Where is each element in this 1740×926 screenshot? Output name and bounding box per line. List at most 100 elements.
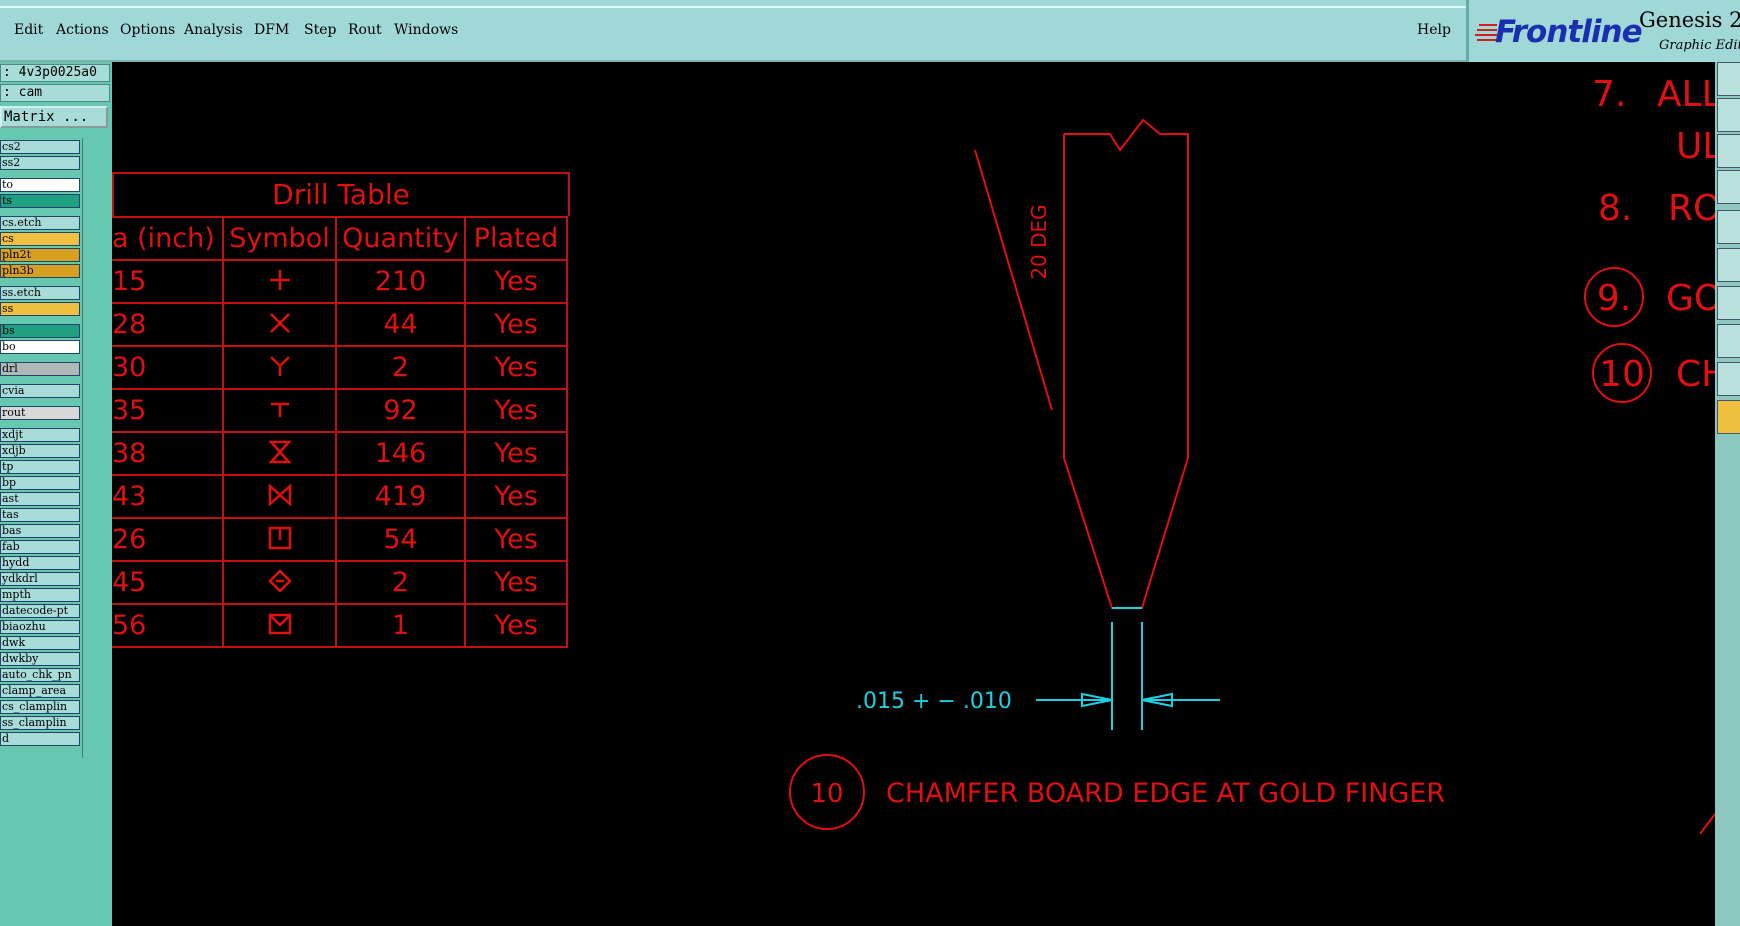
note-text: CHAMFER BOARD EDGE AT GOLD FINGER — [886, 778, 1445, 809]
toolbar-button[interactable] — [1717, 62, 1740, 96]
menu-windows[interactable]: Windows — [394, 22, 458, 38]
drill-quantity: 2 — [335, 345, 466, 390]
drill-symbol — [222, 560, 337, 605]
drill-plated: Yes — [464, 302, 568, 347]
drill-quantity: 146 — [335, 431, 466, 476]
drill-symbol — [222, 431, 337, 476]
stray-line — [1699, 813, 1716, 835]
toolbar-button[interactable] — [1717, 400, 1740, 434]
header-diameter: a (inch) — [112, 216, 224, 261]
drill-symbol-x-icon — [269, 312, 290, 333]
drill-plated: Yes — [464, 259, 568, 304]
dimension-lines — [1036, 622, 1220, 730]
toolbar-button[interactable] — [1717, 286, 1740, 320]
drill-plated: Yes — [464, 388, 568, 433]
drill-table-row: 15 210 Yes — [112, 259, 568, 304]
menu-help[interactable]: Help — [1417, 22, 1451, 38]
toolbar-button[interactable] — [1717, 134, 1740, 168]
frontline-logo: Frontline Genesis 20 Graphic Edito — [1466, 0, 1740, 62]
logo-brand: Frontline — [1495, 14, 1643, 50]
right-note-10-num: 10 — [1599, 354, 1645, 395]
right-note-9-num: 9. — [1597, 278, 1631, 319]
drill-table-row: 45 2 Yes — [112, 560, 568, 605]
drill-symbol-t-icon — [270, 402, 289, 417]
drill-table-body: 15 210 Yes 28 44 Yes 30 2 Yes 35 92 Yes 38 146 Yes 43 41… — [112, 259, 568, 648]
drill-quantity: 1 — [335, 603, 466, 648]
drill-diameter: 38 — [112, 431, 224, 476]
menu-analysis[interactable]: Analysis — [184, 22, 243, 38]
drill-diameter: 43 — [112, 474, 224, 519]
toolbar-button[interactable] — [1717, 362, 1740, 396]
drill-table: a (inch) Symbol Quantity Plated 15 210 Yes… — [112, 216, 568, 648]
menu-rout[interactable]: Rout — [348, 22, 382, 38]
drill-diameter: 28 — [112, 302, 224, 347]
drill-table-row: 30 2 Yes — [112, 345, 568, 390]
drill-diameter: 15 — [112, 259, 224, 304]
drill-symbol — [222, 259, 337, 304]
drill-plated: Yes — [464, 603, 568, 648]
menu-bar-edge — [0, 6, 1466, 8]
header-plated: Plated — [464, 216, 568, 261]
drill-table-header-row: a (inch) Symbol Quantity Plated — [112, 216, 568, 261]
drill-table-row: 38 146 Yes — [112, 431, 568, 476]
toolbar-button[interactable] — [1717, 170, 1740, 204]
right-note-8-num: 8. — [1598, 188, 1632, 229]
chamfer-profile — [974, 118, 1189, 609]
drill-diameter: 35 — [112, 388, 224, 433]
menu-dfm[interactable]: DFM — [254, 22, 289, 38]
right-notes: 7. ALL UL 8. RO 9. GO 10 CH — [1584, 74, 1728, 403]
drill-symbol-box-notch-icon — [268, 526, 291, 549]
drill-diameter: 26 — [112, 517, 224, 562]
toolbar-button[interactable] — [1717, 324, 1740, 358]
drill-plated: Yes — [464, 431, 568, 476]
drill-quantity: 2 — [335, 560, 466, 605]
drill-plated: Yes — [464, 474, 568, 519]
menu-options[interactable]: Options — [120, 22, 175, 38]
drill-symbol-diamond-icon — [267, 568, 292, 593]
drill-symbol — [222, 345, 337, 390]
toolbar-button[interactable] — [1717, 98, 1740, 132]
drill-quantity: 210 — [335, 259, 466, 304]
menu-step[interactable]: Step — [304, 22, 336, 38]
drill-diameter: 30 — [112, 345, 224, 390]
drill-quantity: 419 — [335, 474, 466, 519]
drill-symbol-envelope-icon — [268, 613, 291, 634]
drill-quantity: 92 — [335, 388, 466, 433]
drill-quantity: 54 — [335, 517, 466, 562]
right-note-8-text: RO — [1668, 188, 1721, 229]
menu-bar: Edit Actions Options Analysis DFM Step R… — [0, 0, 1466, 62]
drill-table-row: 28 44 Yes — [112, 302, 568, 347]
drill-symbol — [222, 474, 337, 519]
toolbar-button[interactable] — [1717, 248, 1740, 282]
logo-product: Genesis 20 — [1639, 8, 1740, 32]
menu-edit[interactable]: Edit — [14, 22, 43, 38]
note-number: 10 — [810, 779, 843, 809]
drill-diameter: 45 — [112, 560, 224, 605]
header-quantity: Quantity — [335, 216, 466, 261]
drill-plated: Yes — [464, 517, 568, 562]
right-note-9-text: GO — [1666, 278, 1722, 319]
toolbar-button[interactable] — [1717, 210, 1740, 244]
drill-diameter: 56 — [112, 603, 224, 648]
drill-quantity: 44 — [335, 302, 466, 347]
drill-plated: Yes — [464, 560, 568, 605]
menu-actions[interactable]: Actions — [56, 22, 109, 38]
angle-label: 20 DEG — [1027, 204, 1051, 279]
drill-symbol-bowtie-icon — [268, 482, 291, 507]
drill-symbol — [222, 603, 337, 648]
drill-table-row: 56 1 Yes — [112, 603, 568, 648]
drill-table-title: Drill Table — [112, 172, 570, 216]
drill-symbol — [222, 517, 337, 562]
header-symbol: Symbol — [222, 216, 337, 261]
drill-symbol — [222, 388, 337, 433]
drill-symbol-y-icon — [269, 355, 290, 376]
drill-plated: Yes — [464, 345, 568, 390]
right-note-7-text: ALL — [1657, 74, 1722, 115]
dimension-label: .015 + − .010 — [856, 689, 1012, 714]
drill-table-row: 26 54 Yes — [112, 517, 568, 562]
right-note-7-num: 7. — [1592, 74, 1626, 115]
drill-table-row: 35 92 Yes — [112, 388, 568, 433]
drill-symbol — [222, 302, 337, 347]
right-toolbar — [1715, 62, 1740, 926]
drill-symbol-plus-icon — [269, 269, 290, 290]
